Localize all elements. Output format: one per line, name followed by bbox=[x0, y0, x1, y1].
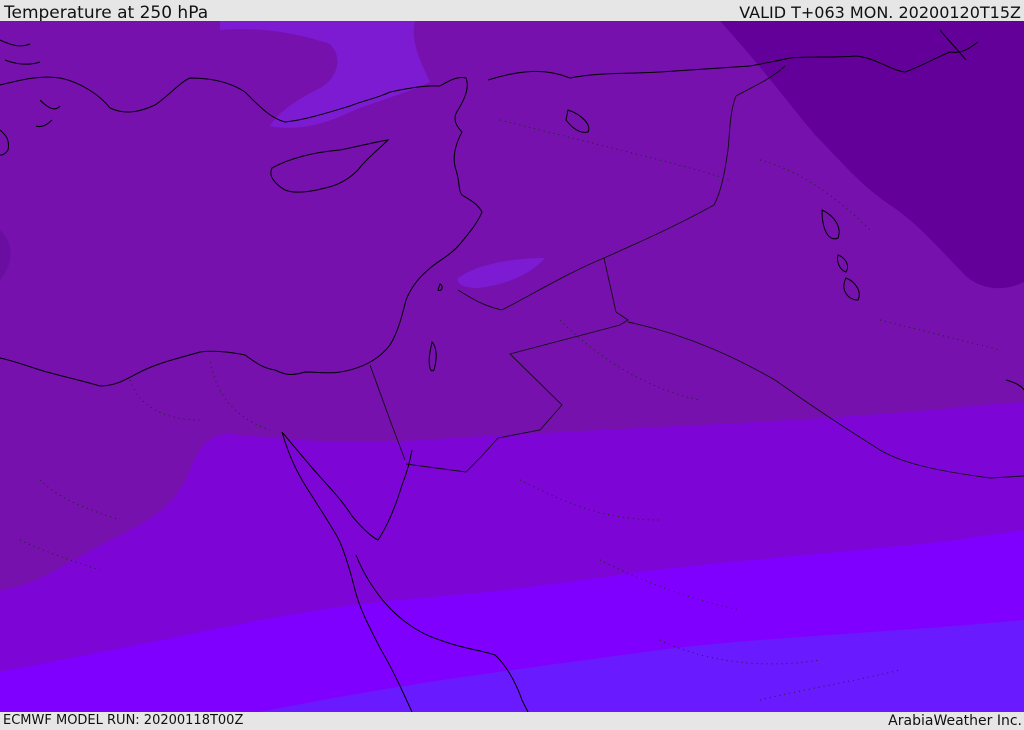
footer-bar: ECMWF MODEL RUN: 20200118T00Z ArabiaWeat… bbox=[0, 712, 1024, 729]
model-run: ECMWF MODEL RUN: 20200118T00Z bbox=[3, 713, 244, 728]
header-bar: Temperature at 250 hPa VALID T+063 MON. … bbox=[0, 0, 1024, 23]
credit-text: ArabiaWeather Inc. bbox=[888, 713, 1022, 729]
map-title: Temperature at 250 hPa bbox=[4, 3, 209, 23]
valid-time: VALID T+063 MON. 20200120T15Z bbox=[739, 3, 1021, 22]
temperature-map[interactable] bbox=[0, 21, 1024, 712]
